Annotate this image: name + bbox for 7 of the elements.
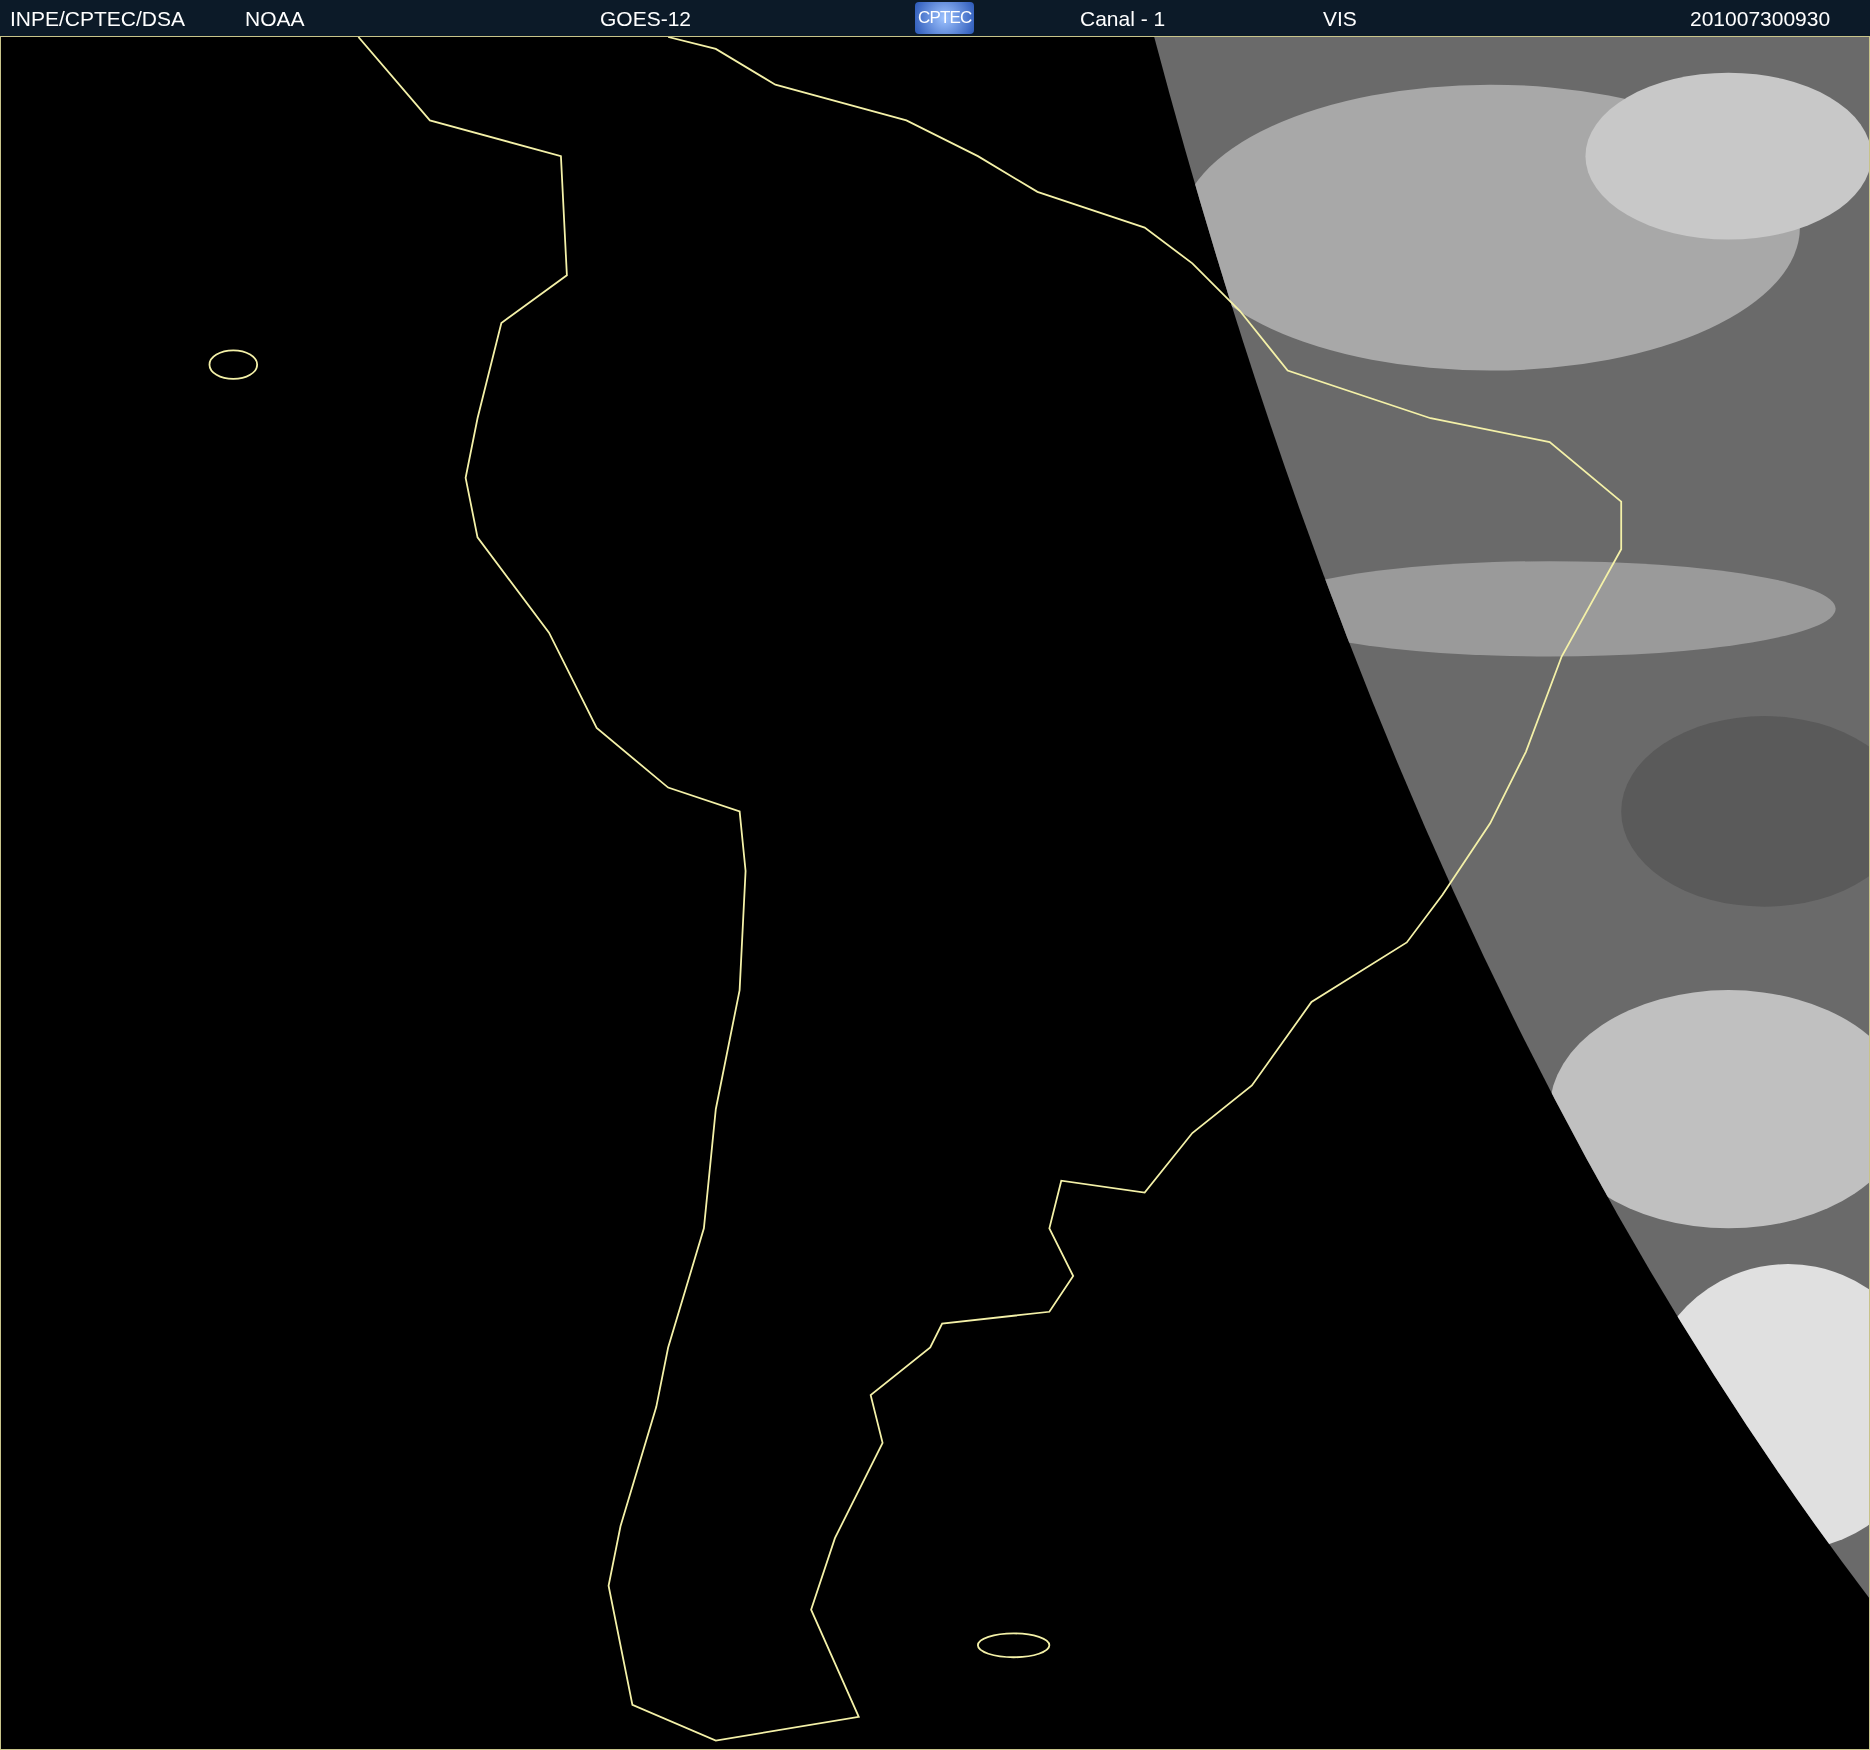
header-label: GOES-12 (600, 7, 692, 29)
header-label: VIS (1323, 7, 1357, 29)
header-label: NOAA (245, 7, 305, 29)
header-label: INPE/CPTEC/DSA (10, 7, 186, 29)
header-label: 201007300930 (1690, 7, 1831, 29)
header-label: Canal - 1 (1080, 7, 1166, 29)
logo: CPTEC (915, 2, 975, 34)
